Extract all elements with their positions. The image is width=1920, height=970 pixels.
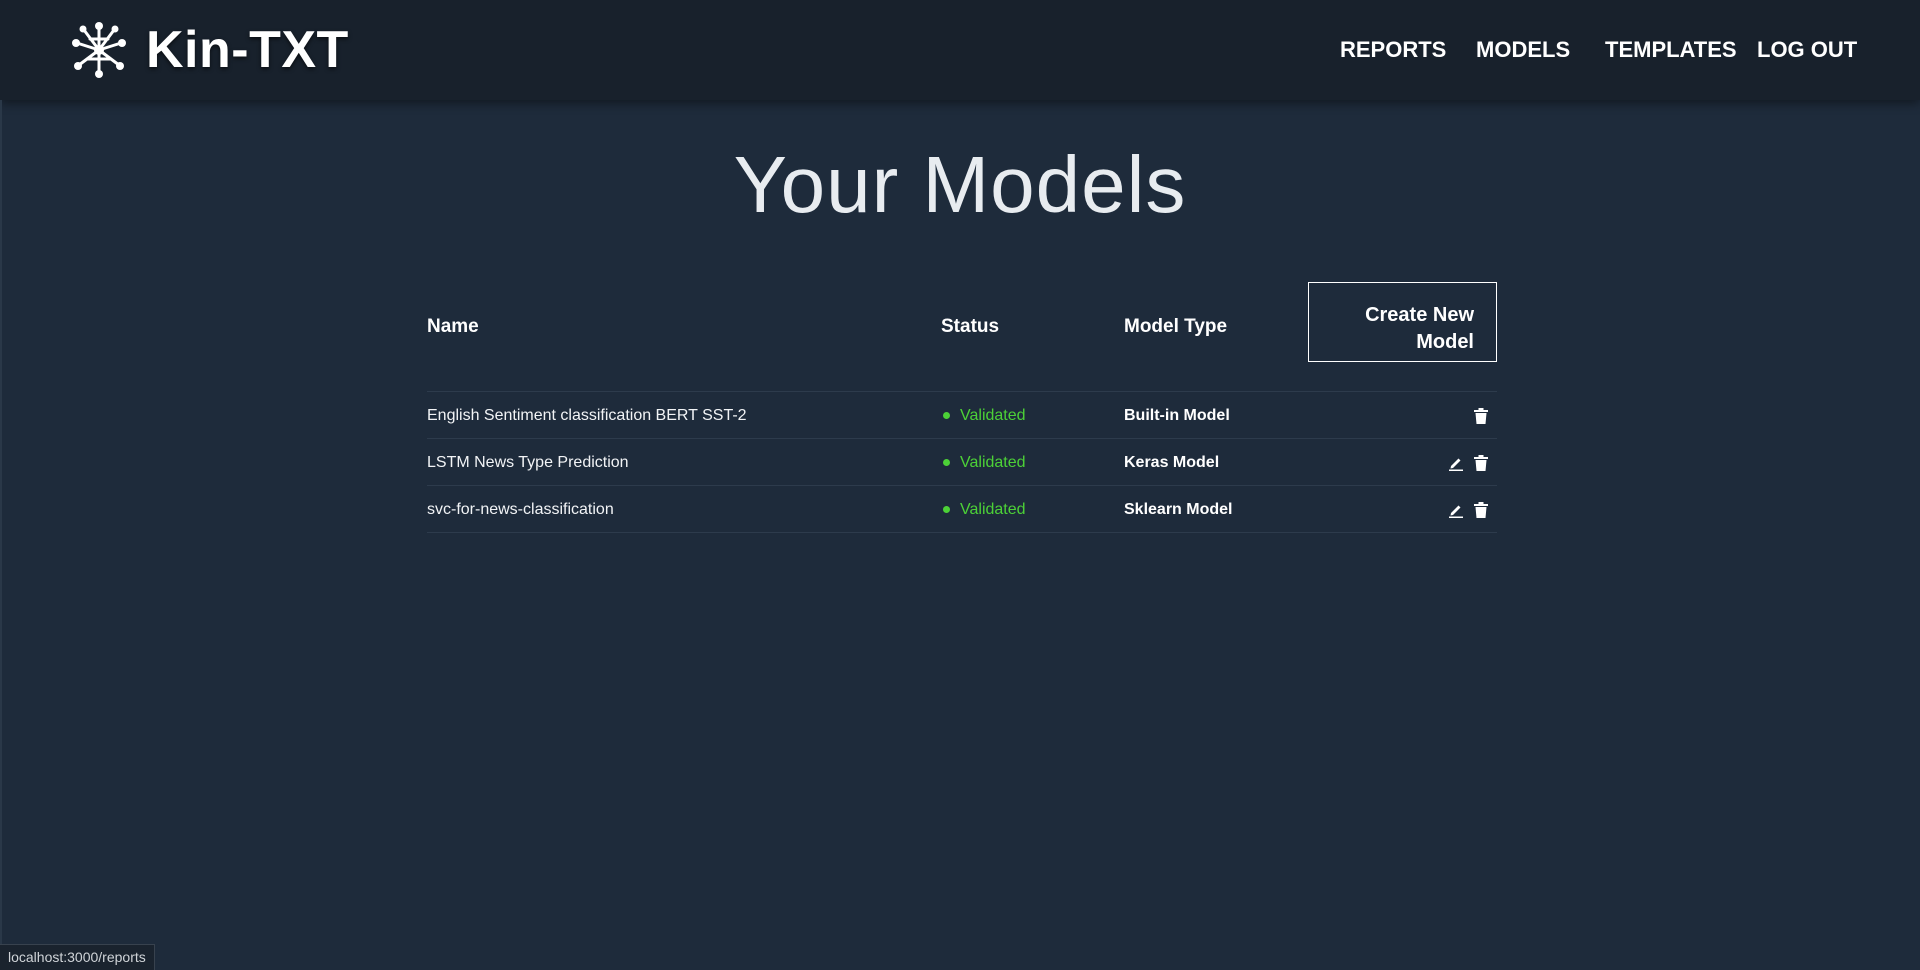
table-header-row: Name Status Model Type Create New Model [427, 282, 1497, 392]
browser-status-bar-url: localhost:3000/reports [0, 944, 155, 970]
network-nodes-icon [70, 21, 128, 79]
column-header-model-type: Model Type [1124, 316, 1228, 337]
row-actions [1447, 439, 1489, 486]
page-title: Your Models [733, 140, 1187, 229]
table-row: svc-for-news-classification Validated Sk… [427, 486, 1497, 533]
trash-icon[interactable] [1472, 501, 1489, 518]
top-navbar: Kin-TXT REPORTS MODELS TEMPLATES LOG OUT [0, 0, 1920, 100]
nav-link-logout[interactable]: LOG OUT [1757, 34, 1857, 66]
nav-link-reports[interactable]: REPORTS [1340, 34, 1446, 66]
brand-home-link[interactable]: Kin-TXT [70, 20, 349, 80]
status-dot-icon [943, 506, 950, 513]
model-name: svc-for-news-classification [427, 501, 614, 518]
model-status: Validated [941, 392, 1026, 439]
model-status: Validated [941, 439, 1026, 486]
table-row: English Sentiment classification BERT SS… [427, 392, 1497, 439]
column-header-status: Status [941, 316, 1000, 337]
create-new-model-button[interactable]: Create New Model [1308, 282, 1497, 362]
row-actions [1472, 392, 1489, 439]
table-row: LSTM News Type Prediction Validated Kera… [427, 439, 1497, 486]
model-type: Sklearn Model [1124, 501, 1233, 518]
pencil-icon[interactable] [1447, 454, 1464, 471]
brand-name: Kin-TXT [146, 21, 349, 79]
pencil-icon[interactable] [1447, 501, 1464, 518]
status-label: Validated [960, 407, 1026, 424]
trash-icon[interactable] [1472, 407, 1489, 424]
nav-link-models[interactable]: MODELS [1476, 34, 1570, 66]
models-table: Name Status Model Type Create New Model … [427, 282, 1497, 533]
status-dot-icon [943, 459, 950, 466]
model-name: LSTM News Type Prediction [427, 454, 629, 471]
nav-link-templates[interactable]: TEMPLATES [1605, 34, 1737, 66]
status-dot-icon [943, 412, 950, 419]
trash-icon[interactable] [1472, 454, 1489, 471]
model-status: Validated [941, 486, 1026, 533]
model-type: Built-in Model [1124, 407, 1230, 424]
model-type: Keras Model [1124, 454, 1220, 471]
status-label: Validated [960, 454, 1026, 471]
column-header-name: Name [427, 316, 479, 337]
model-name: English Sentiment classification BERT SS… [427, 407, 747, 424]
status-label: Validated [960, 501, 1026, 518]
row-actions [1447, 486, 1489, 533]
